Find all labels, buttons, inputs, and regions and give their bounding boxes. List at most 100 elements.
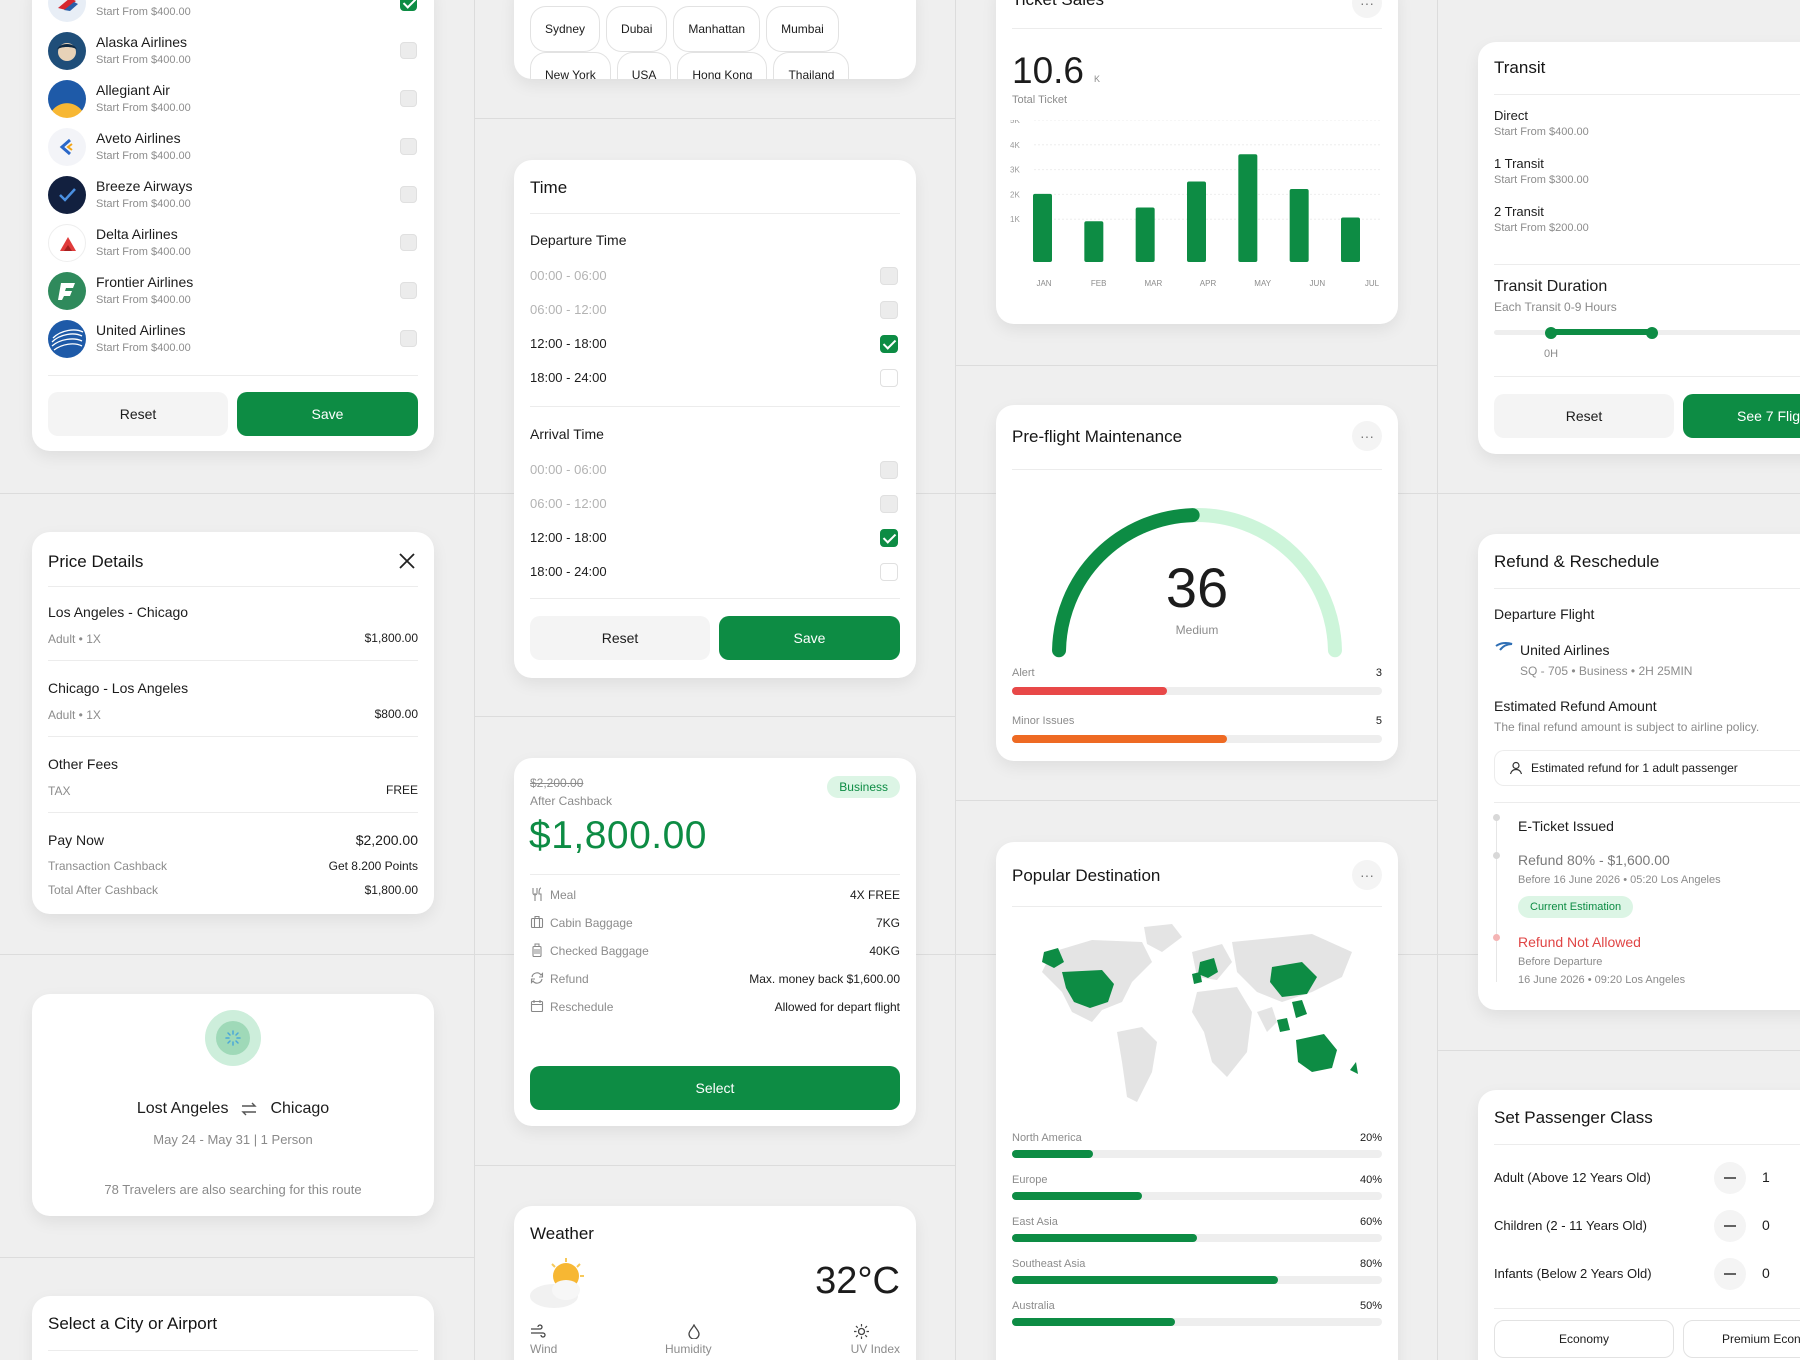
y-tick-label: 1K bbox=[1010, 215, 1020, 224]
transit-option[interactable]: 2 Transit bbox=[1494, 204, 1544, 219]
time-slot-label: 18:00 - 24:00 bbox=[530, 564, 607, 579]
minor-issues-count: 5 bbox=[1375, 715, 1382, 727]
minus-icon bbox=[1724, 1225, 1736, 1227]
time-slot-label: 00:00 - 06:00 bbox=[530, 462, 607, 477]
time-slot-checkbox[interactable] bbox=[880, 529, 898, 547]
save-button[interactable]: Save bbox=[237, 392, 418, 436]
time-slot-label: 18:00 - 24:00 bbox=[530, 370, 607, 385]
x-tick-label: JUL bbox=[1365, 279, 1380, 288]
airline-price: Start From $400.00 bbox=[96, 54, 191, 66]
city-chip[interactable]: Sydney bbox=[530, 6, 601, 52]
airline-name: Delta Airlines bbox=[96, 226, 178, 242]
origin-city[interactable]: Lost Angeles bbox=[137, 1100, 229, 1118]
decrement-button[interactable] bbox=[1714, 1162, 1746, 1194]
reset-button[interactable]: Reset bbox=[48, 392, 228, 436]
airline-checkbox[interactable] bbox=[400, 90, 417, 107]
airline-checkbox[interactable] bbox=[400, 186, 417, 203]
divider bbox=[48, 1350, 418, 1351]
time-slot-label: 12:00 - 18:00 bbox=[530, 530, 607, 545]
destination-bar-fill bbox=[1012, 1150, 1094, 1158]
divider bbox=[530, 874, 900, 875]
fare-feature-value: 40KG bbox=[869, 944, 900, 958]
reset-button[interactable]: Reset bbox=[1494, 394, 1674, 438]
transit-option[interactable]: Direct bbox=[1494, 108, 1528, 123]
departure-flight-label: Departure Flight bbox=[1494, 606, 1595, 622]
allegiant-air-logo-icon bbox=[48, 80, 86, 118]
time-slot-checkbox[interactable] bbox=[880, 369, 898, 387]
grid-line bbox=[474, 1165, 955, 1166]
y-tick-label: 3K bbox=[1010, 166, 1020, 175]
gauge-value: 36 bbox=[1165, 556, 1229, 619]
sales-bar bbox=[1135, 207, 1155, 262]
divider bbox=[48, 660, 418, 661]
duration-min-label: 0H bbox=[1544, 348, 1559, 360]
swap-icon[interactable] bbox=[240, 1101, 258, 1117]
airline-checkbox[interactable] bbox=[400, 0, 417, 11]
city-chip[interactable]: Mumbai bbox=[766, 6, 839, 52]
destination-region: Europe bbox=[1012, 1174, 1048, 1186]
economy-button[interactable]: Economy bbox=[1494, 1320, 1674, 1358]
other-fees-label: Other Fees bbox=[48, 756, 119, 772]
time-slot-checkbox[interactable] bbox=[880, 563, 898, 581]
destination-city[interactable]: Chicago bbox=[270, 1100, 329, 1118]
city-chip[interactable]: Thailand bbox=[773, 52, 850, 79]
current-estimation-badge: Current Estimation bbox=[1518, 896, 1634, 918]
fare-feature-value: 7KG bbox=[875, 916, 900, 930]
price-details-title: Price Details bbox=[48, 552, 144, 571]
sales-bar bbox=[1238, 154, 1258, 262]
destination-percent: 40% bbox=[1359, 1174, 1382, 1186]
airline-checkbox[interactable] bbox=[400, 282, 417, 299]
transit-title: Transit bbox=[1494, 58, 1546, 77]
more-options-button[interactable]: ··· bbox=[1352, 860, 1382, 890]
ticket-sales-chart: 5K 4K 3K 2K 1K JAN FEB MAR APR MAY JUN JUL bbox=[1010, 120, 1382, 288]
humidity-label: Humidity bbox=[665, 1342, 712, 1356]
fare-feature-label: Meal bbox=[550, 888, 577, 902]
sales-bar bbox=[1341, 217, 1360, 262]
city-chip[interactable]: Manhattan bbox=[673, 6, 761, 52]
airline-price: Start From $400.00 bbox=[96, 294, 191, 306]
airline-checkbox[interactable] bbox=[400, 330, 417, 347]
airline-checkbox[interactable] bbox=[400, 138, 417, 155]
more-options-button[interactable]: ··· bbox=[1352, 0, 1382, 18]
timeline-dot bbox=[1493, 934, 1500, 941]
duration-slider-min-handle[interactable] bbox=[1545, 327, 1557, 339]
x-tick-label: MAY bbox=[1254, 279, 1271, 288]
more-options-button[interactable]: ··· bbox=[1352, 421, 1382, 451]
divider bbox=[1494, 1308, 1800, 1309]
passenger-type-label: Adult (Above 12 Years Old) bbox=[1494, 1170, 1651, 1185]
city-chip[interactable]: New York bbox=[530, 52, 611, 79]
see-flights-button[interactable]: See 7 Flights bbox=[1683, 394, 1800, 438]
destination-title: Popular Destination bbox=[1012, 866, 1161, 885]
total-tickets-unit: K bbox=[1094, 74, 1101, 84]
time-slot-checkbox[interactable] bbox=[880, 335, 898, 353]
transit-option-price: Start From $200.00 bbox=[1494, 222, 1589, 234]
divider bbox=[530, 213, 900, 214]
fare-feature-label: Checked Baggage bbox=[550, 944, 649, 958]
destination-bar bbox=[1012, 1234, 1382, 1242]
airline-checkbox[interactable] bbox=[400, 42, 417, 59]
e-ticket-issued-label: E-Ticket Issued bbox=[1518, 818, 1614, 834]
spinner-icon bbox=[225, 1030, 241, 1046]
duration-slider-max-handle[interactable] bbox=[1646, 327, 1658, 339]
transit-option[interactable]: 1 Transit bbox=[1494, 156, 1544, 171]
minus-icon bbox=[1724, 1177, 1736, 1179]
total-after-label: Total After Cashback bbox=[48, 883, 159, 897]
alert-label: Alert bbox=[1012, 667, 1035, 679]
city-chip[interactable]: Hong Kong bbox=[677, 52, 768, 79]
decrement-button[interactable] bbox=[1714, 1258, 1746, 1290]
city-chip[interactable]: USA bbox=[616, 52, 672, 79]
x-tick-label: FEB bbox=[1091, 279, 1107, 288]
premium-economy-button[interactable]: Premium Economy bbox=[1683, 1320, 1800, 1358]
time-slot-label: 12:00 - 18:00 bbox=[530, 336, 607, 351]
close-icon[interactable] bbox=[398, 552, 416, 570]
destination-percent: 20% bbox=[1359, 1132, 1382, 1144]
reset-button[interactable]: Reset bbox=[530, 616, 710, 660]
select-button[interactable]: Select bbox=[530, 1066, 900, 1110]
estimated-refund-sub: The final refund amount is subject to ai… bbox=[1494, 720, 1760, 734]
decrement-button[interactable] bbox=[1714, 1210, 1746, 1242]
airline-checkbox[interactable] bbox=[400, 234, 417, 251]
city-chip[interactable]: Dubai bbox=[606, 6, 668, 52]
airline-price: Start From $400.00 bbox=[96, 246, 191, 258]
refund-card: Refund & Reschedule Departure Flight Uni… bbox=[1478, 534, 1800, 1010]
save-button[interactable]: Save bbox=[719, 616, 900, 660]
